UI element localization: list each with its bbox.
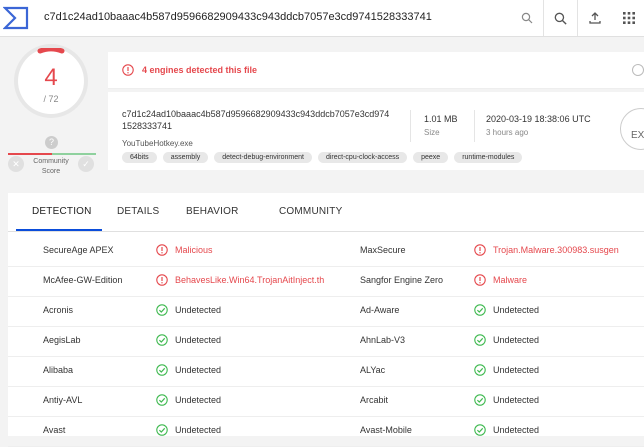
detection-result: Undetected <box>493 395 540 405</box>
check-circle-icon <box>474 394 486 406</box>
check-circle-icon <box>156 364 168 376</box>
engine-name: McAfee-GW-Edition <box>43 275 123 285</box>
engine-name: Ad-Aware <box>360 305 400 315</box>
search-clear-icon[interactable] <box>516 0 538 36</box>
detected-count: 4 <box>44 64 58 91</box>
detection-result: Undetected <box>175 335 222 345</box>
tag[interactable]: direct-cpu-clock-access <box>317 152 408 163</box>
search-input[interactable]: c7d1c24ad10baaac4b587d9596682909433c943d… <box>44 11 432 23</box>
table-row: SecureAge APEX Malicious MaxSecure Trojan.M… <box>8 236 644 267</box>
tab-bar: DETECTION DETAILS BEHAVIOR COMMUNITY <box>8 193 644 232</box>
alert-circle-icon <box>474 274 486 286</box>
tag[interactable]: detect-debug-environment <box>214 152 312 163</box>
engine-name: Acronis <box>43 305 74 315</box>
file-tags: 64bits assembly detect-debug-environment… <box>122 152 523 163</box>
check-circle-icon <box>156 334 168 346</box>
score-gauge: 4 / 72 <box>18 48 84 114</box>
file-hash: c7d1c24ad10baaac4b587d9596682909433c943d… <box>122 109 390 131</box>
engine-name: AhnLab-V3 <box>360 335 406 345</box>
table-row: AegisLab Undetected AhnLab-V3 Undetected <box>8 326 644 357</box>
table-row: McAfee-GW-Edition BehavesLike.Win64.Troja… <box>8 266 644 297</box>
engine-name: ALYac <box>360 365 386 375</box>
alert-circle-icon <box>156 244 168 256</box>
detection-result: Malicious <box>175 245 213 255</box>
detection-result: Undetected <box>175 365 222 375</box>
table-row: Alibaba Undetected ALYac Undetected <box>8 356 644 387</box>
file-size: 1.01 MB <box>424 114 458 124</box>
top-bar: c7d1c24ad10baaac4b587d9596682909433c943d… <box>0 0 644 37</box>
detection-result: Undetected <box>493 425 540 435</box>
analysis-date: 2020-03-19 18:38:06 UTC <box>486 114 591 124</box>
detection-banner: 4 engines detected this file <box>108 52 644 89</box>
engine-name: SecureAge APEX <box>43 245 114 255</box>
community-score-label: Community Score <box>33 158 69 175</box>
tag[interactable]: runtime-modules <box>454 152 523 163</box>
analysis-relative-time: 3 hours ago <box>486 128 529 137</box>
alert-circle-icon <box>474 244 486 256</box>
table-row: Antiy-AVL Undetected Arcabit Undetected <box>8 386 644 417</box>
tag[interactable]: peexe <box>413 152 449 163</box>
check-circle-icon <box>474 304 486 316</box>
virustotal-logo[interactable] <box>3 5 29 31</box>
detection-result: Trojan.Malware.300983.susgen <box>493 245 619 255</box>
file-name: YouTubeHotkey.exe <box>122 139 193 148</box>
table-row: Acronis Undetected Ad-Aware Undetected <box>8 296 644 327</box>
check-circle-icon <box>474 424 486 436</box>
detection-result: Undetected <box>175 395 222 405</box>
tab-detection[interactable]: DETECTION <box>32 206 92 217</box>
detection-result: Undetected <box>175 305 222 315</box>
check-circle-icon <box>156 394 168 406</box>
check-circle-icon <box>156 304 168 316</box>
alert-circle-icon <box>156 274 168 286</box>
check-circle-icon <box>474 364 486 376</box>
detection-result: BehavesLike.Win64.TrojanAitInject.th <box>175 275 325 285</box>
tag[interactable]: 64bits <box>122 152 157 163</box>
apps-grid-icon[interactable] <box>614 0 644 36</box>
table-row: Avast Undetected Avast-Mobile Undetected <box>8 416 644 447</box>
alert-circle-icon <box>122 64 134 76</box>
engine-name: Avast-Mobile <box>360 425 412 435</box>
engine-name: Alibaba <box>43 365 74 375</box>
engine-name: Arcabit <box>360 395 389 405</box>
results-panel: DETECTION DETAILS BEHAVIOR COMMUNITY Sec… <box>8 193 644 447</box>
tab-community[interactable]: COMMUNITY <box>279 206 342 217</box>
detection-result: Undetected <box>493 365 540 375</box>
file-type-label: EX <box>631 130 644 141</box>
thumbs-down-icon[interactable]: ✕ <box>8 156 24 172</box>
community-score-value: ? <box>45 136 58 149</box>
detection-score: 4 / 72 ? ✕ Community Score ✓ <box>0 36 105 186</box>
reanalyze-icon[interactable] <box>632 64 644 76</box>
engine-name: AegisLab <box>43 335 81 345</box>
active-tab-indicator <box>16 229 102 231</box>
detection-result: Undetected <box>493 335 540 345</box>
engine-name: Avast <box>43 425 66 435</box>
tab-details[interactable]: DETAILS <box>117 206 159 217</box>
check-circle-icon <box>156 424 168 436</box>
detection-result: Malware <box>493 275 528 285</box>
tab-behavior[interactable]: BEHAVIOR <box>186 206 239 217</box>
upload-icon[interactable] <box>578 0 612 36</box>
detection-result: Undetected <box>493 305 540 315</box>
thumbs-up-icon[interactable]: ✓ <box>78 156 94 172</box>
engine-name: Antiy-AVL <box>43 395 83 405</box>
detection-result: Undetected <box>175 425 222 435</box>
search-icon[interactable] <box>544 0 576 36</box>
community-score-bar <box>8 153 96 155</box>
engine-name: MaxSecure <box>360 245 406 255</box>
engine-name: Sangfor Engine Zero <box>360 275 444 285</box>
tag[interactable]: assembly <box>162 152 209 163</box>
detection-banner-text: 4 engines detected this file <box>142 65 258 75</box>
check-circle-icon <box>474 334 486 346</box>
total-engines: / 72 <box>43 94 59 104</box>
file-type-badge: EX <box>620 108 644 150</box>
file-info: c7d1c24ad10baaac4b587d9596682909433c943d… <box>108 92 644 170</box>
file-size-label: Size <box>424 128 440 137</box>
